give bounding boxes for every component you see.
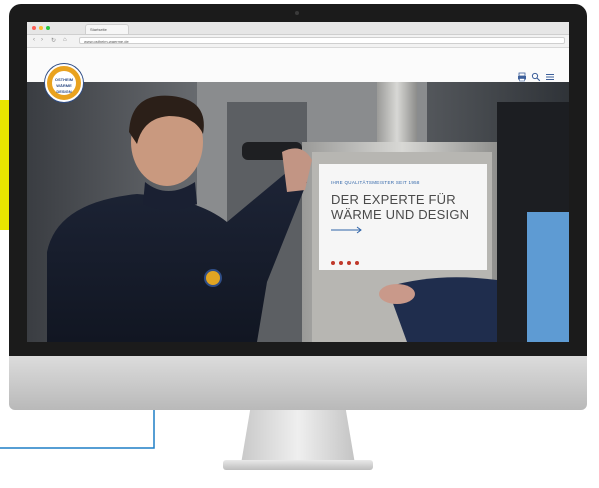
hero-kicker: IHRE QUALITÄTSMEISTER SEIT 1958 (331, 180, 420, 185)
back-icon[interactable]: ‹ (33, 37, 35, 43)
hero-photo (27, 82, 569, 342)
minimize-window-icon[interactable] (39, 26, 43, 30)
slide-dot[interactable] (355, 261, 359, 265)
browser-titlebar: Startseite (27, 22, 569, 35)
monitor-foot (223, 460, 373, 470)
imac-monitor: Startseite ‹ › ↻ ⌂ www.ostheim-waerme.de… (9, 4, 587, 482)
slide-dot[interactable] (331, 261, 335, 265)
hero-image (27, 82, 569, 342)
arrow-right-icon[interactable] (331, 226, 365, 234)
logo-text: OSTHEIM WÄRME DESIGN (52, 71, 76, 95)
search-icon[interactable] (531, 72, 541, 82)
site-logo[interactable]: OSTHEIM WÄRME DESIGN (45, 64, 83, 102)
address-bar[interactable]: www.ostheim-waerme.de (79, 37, 565, 44)
print-icon[interactable] (517, 72, 527, 82)
slide-dot[interactable] (339, 261, 343, 265)
monitor-stand (241, 410, 355, 464)
forward-icon[interactable]: › (41, 37, 43, 43)
menu-icon[interactable] (545, 72, 555, 82)
hero-text-panel: IHRE QUALITÄTSMEISTER SEIT 1958 DER EXPE… (319, 164, 487, 270)
camera-icon (295, 11, 299, 15)
monitor-chin (9, 356, 587, 410)
close-window-icon[interactable] (32, 26, 36, 30)
browser-toolbar: ‹ › ↻ ⌂ www.ostheim-waerme.de (27, 35, 569, 48)
hero-headline-line1: DER EXPERTE FÜR (331, 192, 456, 207)
slider-pagination (331, 252, 363, 270)
reload-icon[interactable]: ↻ (51, 37, 56, 44)
screen: Startseite ‹ › ↻ ⌂ www.ostheim-waerme.de… (27, 22, 569, 342)
hero-headline: DER EXPERTE FÜR WÄRME UND DESIGN (331, 192, 469, 222)
maximize-window-icon[interactable] (46, 26, 50, 30)
slide-dot[interactable] (347, 261, 351, 265)
browser-tab[interactable]: Startseite (85, 24, 129, 34)
home-icon[interactable]: ⌂ (63, 37, 67, 43)
hero-headline-line2: WÄRME UND DESIGN (331, 207, 470, 222)
